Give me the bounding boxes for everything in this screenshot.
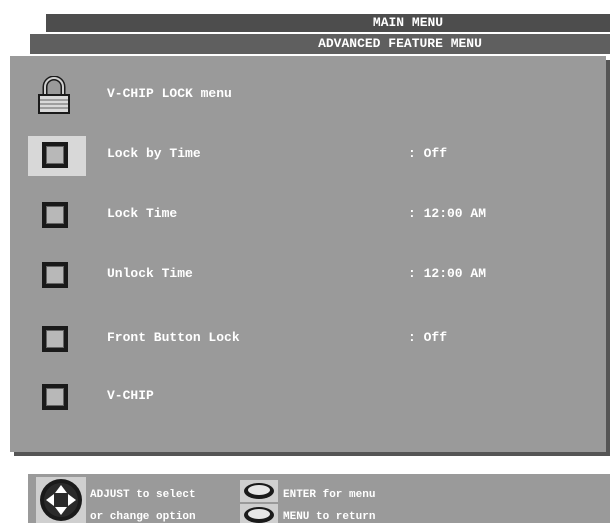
item-value: : 12:00 AM bbox=[408, 266, 487, 281]
item-label: Front Button Lock bbox=[107, 330, 240, 345]
menu-item-lock-time[interactable]: Lock Time : 12:00 AM bbox=[10, 196, 606, 236]
menu-button-icon bbox=[240, 504, 278, 523]
menu-help-text: MENU to return bbox=[283, 511, 376, 523]
help-bar: ADJUST to select or change option ENTER … bbox=[28, 474, 610, 523]
button-icon bbox=[42, 202, 68, 228]
menu-item-unlock-time[interactable]: Unlock Time : 12:00 AM bbox=[10, 256, 606, 296]
menu-title-row: V-CHIP LOCK menu bbox=[10, 76, 606, 116]
item-label: Unlock Time bbox=[107, 266, 193, 281]
button-icon bbox=[42, 384, 68, 410]
item-value: : 12:00 AM bbox=[408, 206, 487, 221]
menu-title-label: V-CHIP LOCK menu bbox=[107, 86, 232, 101]
main-menu-title: MAIN MENU bbox=[46, 14, 610, 32]
dpad-adjust-icon bbox=[36, 477, 86, 523]
vchip-lock-panel: V-CHIP LOCK menu Lock by Time : Off Lock… bbox=[10, 56, 606, 452]
menu-item-front-button-lock[interactable]: Front Button Lock : Off bbox=[10, 320, 606, 360]
enter-help-text: ENTER for menu bbox=[283, 489, 376, 501]
padlock-icon bbox=[38, 76, 70, 114]
button-icon bbox=[42, 326, 68, 352]
button-icon bbox=[42, 262, 68, 288]
menu-item-v-chip[interactable]: V-CHIP bbox=[10, 378, 606, 418]
item-value: : Off bbox=[408, 330, 448, 345]
adjust-help-line2: or change option bbox=[90, 511, 196, 523]
item-value: : Off bbox=[408, 146, 448, 161]
selection-highlight bbox=[28, 136, 86, 176]
button-icon bbox=[42, 142, 68, 168]
item-label: Lock Time bbox=[107, 206, 178, 221]
enter-button-icon bbox=[240, 480, 278, 502]
menu-item-lock-by-time[interactable]: Lock by Time : Off bbox=[10, 136, 606, 176]
item-label: Lock by Time bbox=[107, 146, 201, 161]
adjust-help-line1: ADJUST to select bbox=[90, 489, 196, 501]
item-label: V-CHIP bbox=[107, 388, 154, 403]
advanced-feature-menu-title: ADVANCED FEATURE MENU bbox=[30, 34, 610, 54]
